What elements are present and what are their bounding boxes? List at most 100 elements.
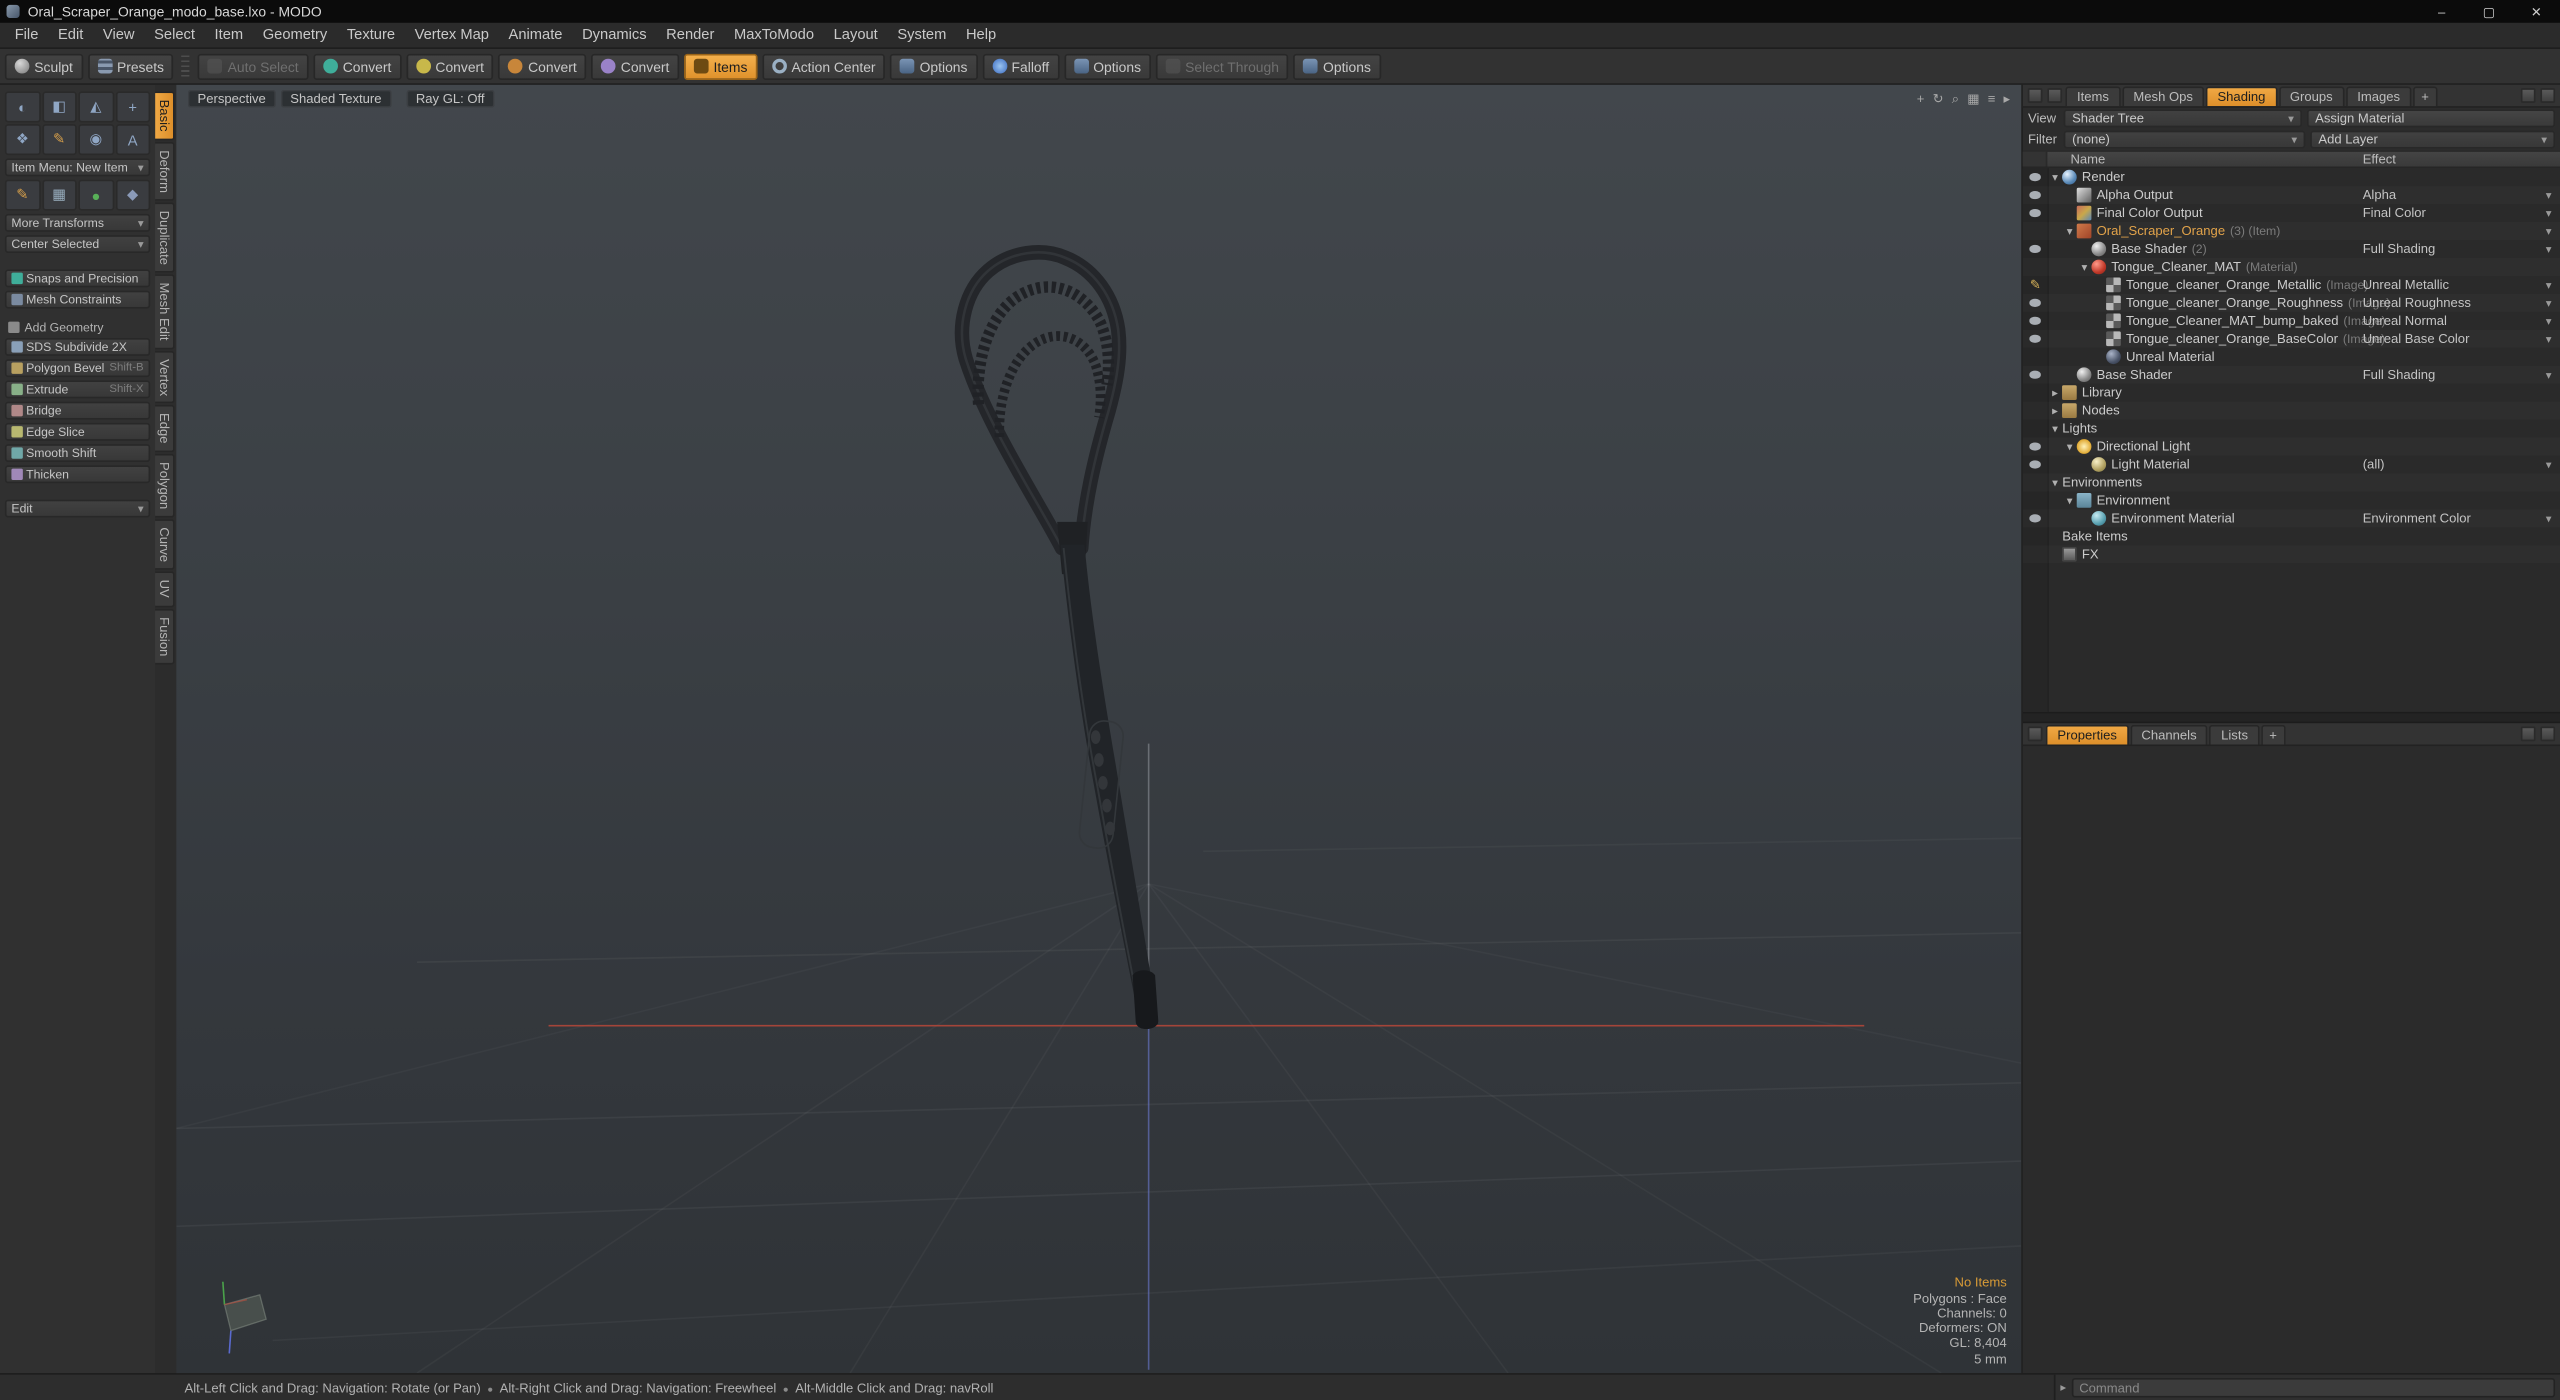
edge-slice-button[interactable]: Edge Slice [4, 422, 151, 441]
zoom-icon[interactable] [1952, 91, 1959, 107]
toolbar-button-convert-polygon[interactable]: Convert [498, 53, 587, 80]
visibility-eye-icon[interactable] [2023, 491, 2047, 509]
pencil-preset-icon[interactable] [4, 179, 41, 211]
expand-arrow-icon[interactable] [2048, 476, 2063, 489]
visibility-eye-icon[interactable] [2023, 545, 2047, 563]
expand-arrow-icon[interactable] [2048, 404, 2063, 417]
visibility-eye-icon[interactable] [2023, 456, 2047, 474]
tab-groups[interactable]: Groups [2278, 86, 2345, 107]
overlay-menu-icon[interactable] [1988, 91, 1996, 107]
brush-tool-icon[interactable] [4, 91, 41, 123]
menu-animate[interactable]: Animate [499, 23, 573, 47]
shader-tree-row[interactable]: Base Shader Full Shading [2023, 366, 2560, 384]
menu-maxtomodo[interactable]: MaxToModo [724, 23, 824, 47]
add-tab-button[interactable]: + [2413, 86, 2438, 107]
shader-tree-row[interactable]: Environment Material Environment Color [2023, 509, 2560, 527]
visibility-eye-icon[interactable] [2023, 330, 2047, 348]
maximize-button[interactable]: ▢ [2465, 0, 2512, 23]
viewport-canvas[interactable] [176, 85, 2022, 1374]
panel-splitter[interactable] [2023, 711, 2560, 724]
expand-arrow-icon[interactable] [2062, 440, 2077, 453]
tab-shading[interactable]: Shading [2206, 86, 2277, 107]
effect-dropdown-icon[interactable] [2542, 207, 2555, 220]
shader-tree-row[interactable]: Tongue_cleaner_Orange_Metallic(Image)Unr… [2023, 276, 2560, 294]
toolbar-button-convert-vertex[interactable]: Convert [313, 53, 402, 80]
shader-tree-row[interactable]: Tongue_cleaner_Orange_BaseColor (Image) Un… [2023, 330, 2560, 348]
visibility-eye-icon[interactable] [2023, 366, 2047, 384]
tab-fusion[interactable]: Fusion [155, 608, 175, 664]
polygon-bevel-button[interactable]: Polygon Bevel Shift-B [4, 359, 151, 378]
menu-system[interactable]: System [888, 23, 957, 47]
toolbar-button-presets[interactable]: Presets [87, 53, 174, 80]
expand-arrow-icon[interactable] [2003, 91, 2010, 107]
effect-dropdown-icon[interactable] [2542, 332, 2555, 345]
menu-edit[interactable]: Edit [48, 23, 93, 47]
visibility-eye-icon[interactable] [2023, 258, 2047, 276]
visibility-eye-icon[interactable] [2023, 204, 2047, 222]
menu-texture[interactable]: Texture [337, 23, 405, 47]
tab-deform[interactable]: Deform [155, 141, 175, 201]
menu-geometry[interactable]: Geometry [253, 23, 337, 47]
minimize-button[interactable]: – [2418, 0, 2465, 23]
toolbar-button-select-through[interactable]: Select Through [1155, 53, 1289, 80]
tab-polygon[interactable]: Polygon [155, 454, 175, 518]
shading-mode-button[interactable]: Shaded Texture [280, 89, 392, 108]
snaps-precision-toggle[interactable]: Snaps and Precision [4, 269, 151, 288]
toolbar-button-convert-item[interactable]: Convert [591, 53, 680, 80]
item-menu-dropdown[interactable]: Item Menu: New Item [4, 158, 151, 177]
effect-dropdown-icon[interactable] [2542, 368, 2555, 381]
visibility-eye-icon[interactable] [2023, 312, 2047, 330]
add-tab-button[interactable]: + [2261, 724, 2285, 745]
tab-properties[interactable]: Properties [2045, 724, 2129, 745]
effect-dropdown-icon[interactable] [2542, 512, 2555, 525]
effect-dropdown-icon[interactable] [2542, 458, 2555, 471]
tab-channels[interactable]: Channels [2130, 724, 2209, 745]
effect-dropdown-icon[interactable] [2542, 242, 2555, 255]
visibility-eye-icon[interactable] [2023, 168, 2047, 186]
toolbar-button-auto-select[interactable]: Auto Select [198, 53, 309, 80]
visibility-eye-icon[interactable] [2023, 527, 2047, 545]
visibility-eye-icon[interactable] [2023, 294, 2047, 312]
sds-subdivide-button[interactable]: SDS Subdivide 2X [4, 337, 151, 356]
shader-tree-row[interactable]: Tongue_Cleaner_MAT_bump_baked (Image) Unre… [2023, 312, 2560, 330]
visibility-eye-icon[interactable] [2023, 438, 2047, 456]
tab-mesh-ops[interactable]: Mesh Ops [2121, 86, 2205, 107]
perspective-view-button[interactable]: Perspective [187, 89, 276, 108]
effect-dropdown-icon[interactable] [2542, 224, 2555, 237]
shader-tree-row[interactable]: Base Shader (2) Full Shading [2023, 240, 2560, 258]
bridge-button[interactable]: Bridge [4, 401, 151, 420]
thicken-button[interactable]: Thicken [4, 465, 151, 484]
edit-dropdown[interactable]: Edit [4, 499, 151, 518]
smooth-shift-button[interactable]: Smooth Shift [4, 444, 151, 463]
mesh-constraints-toggle[interactable]: Mesh Constraints [4, 290, 151, 309]
visibility-eye-icon[interactable] [2023, 222, 2047, 240]
detach-panel-icon[interactable] [2520, 726, 2536, 742]
menu-select[interactable]: Select [144, 23, 204, 47]
form-icon[interactable] [2028, 726, 2043, 742]
effect-column-header[interactable]: Effect [2363, 152, 2396, 167]
shader-tree-row[interactable]: Light Material (all) [2023, 456, 2560, 474]
tab-vertex[interactable]: Vertex [155, 350, 175, 404]
shader-tree-row[interactable]: FX [2023, 545, 2560, 563]
tab-images[interactable]: Images [2345, 86, 2412, 107]
close-button[interactable]: ✕ [2513, 0, 2560, 23]
shader-tree-row[interactable]: Tongue_cleaner_Orange_Roughness (Image) Un… [2023, 294, 2560, 312]
tab-items[interactable]: Items [2065, 86, 2121, 107]
shader-tree-row[interactable]: Alpha Output Alpha [2023, 186, 2560, 204]
shader-tree-row[interactable]: Lights [2023, 420, 2560, 438]
expand-arrow-icon[interactable] [2048, 422, 2063, 435]
visibility-eye-icon[interactable] [2023, 509, 2047, 527]
extrude-button[interactable]: Extrude Shift-X [4, 380, 151, 399]
expand-arrow-icon[interactable] [2062, 224, 2077, 237]
menu-item[interactable]: Item [205, 23, 253, 47]
eraser-tool-icon[interactable] [78, 124, 114, 156]
shader-tree-row[interactable]: Oral_Scraper_Orange(3) (Item) [2023, 222, 2560, 240]
name-column-header[interactable]: Name [2048, 152, 2105, 167]
target-icon[interactable] [1917, 91, 1925, 107]
tab-curve[interactable]: Curve [155, 519, 175, 571]
menu-render[interactable]: Render [656, 23, 724, 47]
visibility-eye-icon[interactable] [2023, 420, 2047, 438]
visibility-eye-icon[interactable] [2023, 384, 2047, 402]
visibility-eye-icon[interactable] [2023, 348, 2047, 366]
panel-thumb-icon[interactable] [2028, 88, 2043, 103]
